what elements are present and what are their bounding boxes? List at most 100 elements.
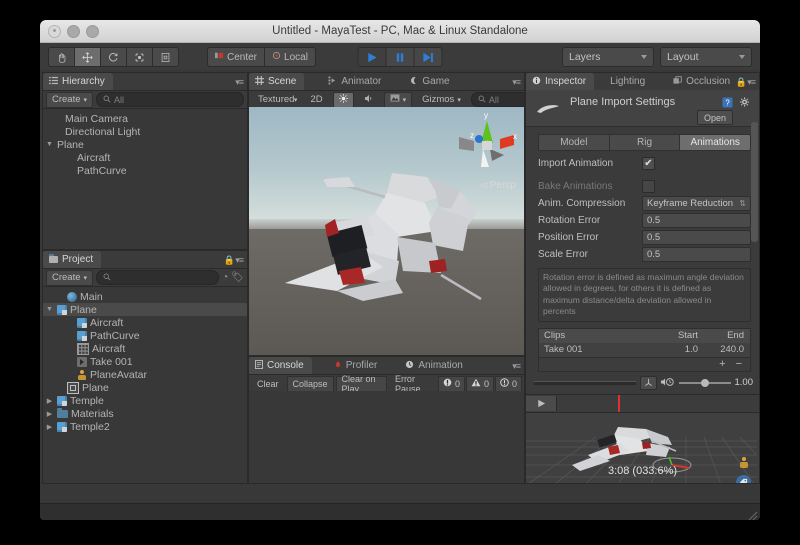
tab-hierarchy[interactable]: Hierarchy xyxy=(43,73,113,90)
avatar-pivot-icon[interactable] xyxy=(639,375,657,390)
field-import-animation[interactable]: Import Animation ✔ xyxy=(538,156,751,171)
project-tree[interactable]: Main ▼ Plane Aircraft PathCurve Aircraft… xyxy=(43,287,247,436)
inspector-tab-menu-icon[interactable]: 🔒 ▾≡ xyxy=(736,77,757,88)
hierarchy-item[interactable]: Main Camera xyxy=(43,112,247,125)
pivot-mode-button[interactable]: Center xyxy=(207,47,265,67)
console-collapse-toggle[interactable]: Collapse xyxy=(286,375,334,392)
anim-compression-dropdown[interactable]: Keyframe Reduction ⇅ xyxy=(642,196,751,211)
pivot-handle-group[interactable]: Center Local xyxy=(207,47,316,67)
foldout-icon[interactable]: ▶ xyxy=(45,410,54,418)
animation-preview-viewport[interactable]: 3:08 (033.6%) xyxy=(526,412,759,483)
maximize-window-button[interactable] xyxy=(86,24,99,38)
preview-timeline-bar[interactable] xyxy=(526,393,759,413)
scene-orientation-gizmo[interactable]: y x z xyxy=(456,109,518,177)
minimize-window-button[interactable] xyxy=(67,24,80,38)
resize-grip-icon[interactable] xyxy=(748,508,758,520)
tab-animations[interactable]: Animations xyxy=(679,134,752,151)
tab-scene[interactable]: Scene xyxy=(249,73,305,90)
step-button[interactable] xyxy=(413,47,443,67)
gear-icon[interactable] xyxy=(739,95,751,113)
project-item[interactable]: PathCurve xyxy=(43,329,247,342)
field-scale-error[interactable]: Scale Error 0.5 xyxy=(538,247,751,262)
layout-dropdown[interactable]: Layout xyxy=(660,47,752,67)
field-rotation-error[interactable]: Rotation Error 0.5 xyxy=(538,213,751,228)
console-error-pause-toggle[interactable]: Error Pause xyxy=(389,374,436,394)
project-search-input[interactable] xyxy=(96,270,220,285)
transform-tools-group[interactable] xyxy=(48,47,179,67)
foldout-icon[interactable]: ▶ xyxy=(45,397,54,405)
slider-handle[interactable] xyxy=(700,378,709,387)
preview-scrub-track[interactable] xyxy=(534,380,636,385)
project-item[interactable]: Aircraft xyxy=(43,316,247,329)
preview-playhead[interactable] xyxy=(618,394,620,412)
hierarchy-tree[interactable]: Main Camera Directional Light ▼ Plane Ai… xyxy=(43,109,247,180)
foldout-icon[interactable]: ▼ xyxy=(45,306,54,313)
scene-tab-menu-icon[interactable]: ▾≡ xyxy=(512,77,521,88)
play-button[interactable] xyxy=(357,47,386,67)
field-anim-compression[interactable]: Anim. Compression Keyframe Reduction ⇅ xyxy=(538,196,751,211)
tab-project[interactable]: Project xyxy=(43,251,102,268)
pause-button[interactable] xyxy=(385,47,414,67)
hierarchy-item[interactable]: PathCurve xyxy=(43,164,247,177)
project-item[interactable]: ▶ Temple xyxy=(43,394,247,407)
handle-rotation-button[interactable]: Local xyxy=(264,47,316,67)
tab-profiler[interactable]: Profiler xyxy=(328,357,386,374)
project-create-button[interactable]: Create ▾ xyxy=(46,269,94,286)
project-item[interactable]: Plane xyxy=(43,381,247,394)
scene-audio-toggle[interactable] xyxy=(358,92,380,108)
project-item[interactable]: ▶ Temple2 xyxy=(43,420,247,433)
import-settings-tabs[interactable]: Model Rig Animations xyxy=(538,134,752,151)
scale-tool-icon[interactable] xyxy=(126,47,152,67)
console-warning-count[interactable]: 0 xyxy=(465,375,494,392)
console-info-count[interactable]: 0 xyxy=(494,375,522,392)
project-item[interactable]: ▼ Plane xyxy=(43,303,247,316)
hierarchy-item[interactable]: Aircraft xyxy=(43,151,247,164)
clips-table-row[interactable]: Take 001 1.0 240.0 xyxy=(538,342,751,358)
rotation-error-input[interactable]: 0.5 xyxy=(642,213,751,228)
play-controls-group[interactable] xyxy=(357,47,443,67)
project-filter-label-icon[interactable]: 🏷 xyxy=(231,272,244,283)
hierarchy-create-button[interactable]: Create ▾ xyxy=(46,91,94,108)
layers-dropdown[interactable]: Layers xyxy=(562,47,654,67)
project-tab-menu-icon[interactable]: 🔒 ▾≡ xyxy=(224,255,245,266)
close-window-button[interactable] xyxy=(48,24,61,38)
project-item[interactable]: Aircraft xyxy=(43,342,247,355)
hierarchy-item[interactable]: ▼ Plane xyxy=(43,138,247,151)
scene-draw-mode-dropdown[interactable]: Textured ▾ xyxy=(252,92,300,108)
scene-2d-toggle[interactable]: 2D xyxy=(304,92,328,108)
tab-model[interactable]: Model xyxy=(538,134,609,151)
position-error-input[interactable]: 0.5 xyxy=(642,230,751,245)
tab-animator[interactable]: Animator xyxy=(322,73,389,90)
tab-lighting[interactable]: Lighting xyxy=(604,73,653,90)
tab-rig[interactable]: Rig xyxy=(608,134,680,151)
console-clear-on-play-toggle[interactable]: Clear on Play xyxy=(335,374,387,394)
scene-viewport[interactable]: y x z ◅ Persp xyxy=(249,107,524,355)
tab-console[interactable]: Console xyxy=(249,357,312,374)
project-filter-type-icon[interactable]: ◔ xyxy=(222,272,228,283)
scene-search-input[interactable]: All xyxy=(470,92,524,107)
playback-speed-slider[interactable] xyxy=(678,378,731,387)
project-item[interactable]: ▶ Materials xyxy=(43,407,247,420)
scene-perspective-label[interactable]: ◅ Persp xyxy=(479,180,516,191)
project-item[interactable]: Take 001 xyxy=(43,355,247,368)
open-asset-button[interactable]: Open xyxy=(696,110,733,125)
tab-game[interactable]: Game xyxy=(403,73,457,90)
console-message-list[interactable] xyxy=(249,391,524,483)
move-tool-icon[interactable] xyxy=(74,47,100,67)
scene-effects-toggle[interactable]: ▾ xyxy=(383,91,413,108)
console-clear-button[interactable]: Clear xyxy=(251,376,285,392)
inspector-scrollbar[interactable] xyxy=(751,112,758,443)
add-clip-button[interactable]: + xyxy=(719,358,725,370)
window-traffic-lights[interactable] xyxy=(48,24,99,38)
foldout-icon[interactable]: ▼ xyxy=(45,141,54,148)
rotate-tool-icon[interactable] xyxy=(100,47,126,67)
tab-occlusion[interactable]: Occlusion xyxy=(667,73,738,90)
tab-animation[interactable]: Animation xyxy=(399,357,470,374)
inspector-scrollbar-thumb[interactable] xyxy=(751,122,758,242)
scene-lighting-toggle[interactable] xyxy=(332,91,354,108)
scale-error-input[interactable]: 0.5 xyxy=(642,247,751,262)
scene-gizmos-dropdown[interactable]: Gizmos ▾ xyxy=(416,92,467,108)
tab-inspector[interactable]: Inspector xyxy=(526,73,595,90)
project-item[interactable]: Main xyxy=(43,290,247,303)
hierarchy-search-input[interactable]: All xyxy=(96,92,244,107)
